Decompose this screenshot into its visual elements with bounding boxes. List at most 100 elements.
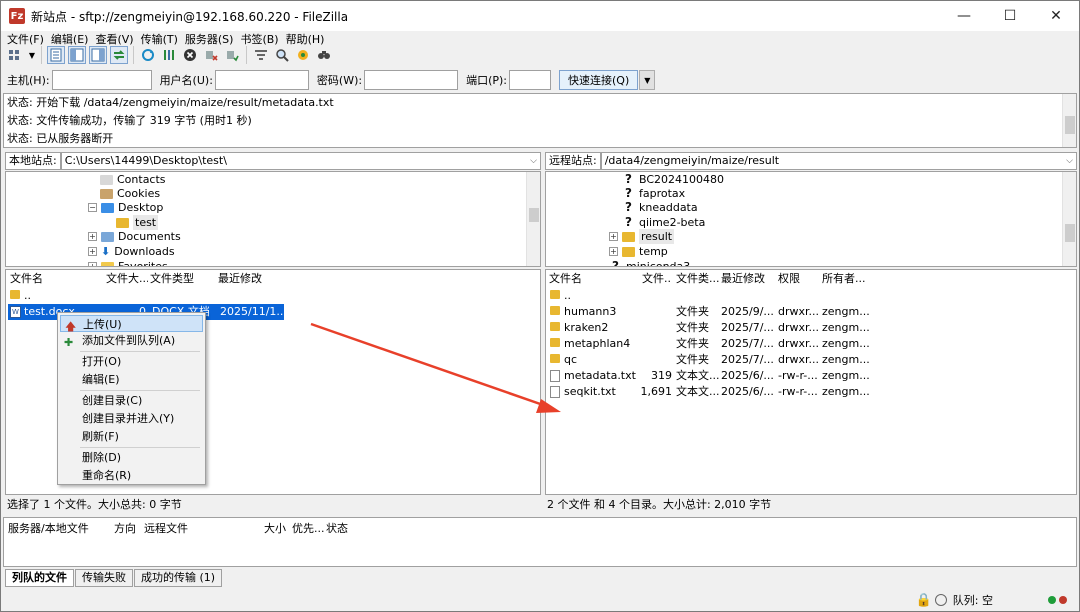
- file-row[interactable]: qc 文件夹 2025/7/... drwxr... zengm...: [548, 352, 878, 368]
- queue-header-local[interactable]: 服务器/本地文件: [8, 520, 89, 538]
- site-manager-icon[interactable]: [7, 46, 25, 64]
- local-site-bar: 本地站点: C:\Users\14499\Desktop\test\ ⌵: [5, 151, 541, 171]
- compare-directories-icon[interactable]: [273, 46, 291, 64]
- menu-item-rename[interactable]: 重命名(R): [60, 467, 203, 484]
- tree-item[interactable]: ? miniconda3: [609, 259, 690, 266]
- column-header-filename[interactable]: 文件名: [10, 270, 106, 288]
- add-queue-icon: ✚: [64, 336, 74, 349]
- menu-item-open[interactable]: 打开(O): [60, 353, 203, 370]
- text-file-icon: [550, 370, 560, 382]
- menu-item-create-dir[interactable]: 创建目录(C): [60, 392, 203, 409]
- minimize-button[interactable]: —: [941, 1, 987, 31]
- remote-tree-scrollbar[interactable]: [1062, 172, 1076, 266]
- directory-filter-icon[interactable]: [252, 46, 270, 64]
- tab-failed-transfers[interactable]: 传输失败: [75, 569, 133, 587]
- queue-header-size[interactable]: 大小: [264, 520, 286, 538]
- tree-item-selected[interactable]: + result: [609, 229, 675, 244]
- toggle-log-icon[interactable]: [47, 46, 65, 64]
- log-scrollbar[interactable]: [1062, 94, 1076, 147]
- folder-icon: [622, 231, 635, 242]
- queue-header-remote[interactable]: 远程文件: [144, 520, 188, 538]
- toggle-remote-tree-icon[interactable]: [89, 46, 107, 64]
- menu-item-upload[interactable]: 🡅 上传(U): [60, 315, 203, 333]
- filezilla-window: Fz 新站点 - sftp://zengmeiyin@192.168.60.22…: [0, 0, 1080, 612]
- column-header-filesize[interactable]: 文件...: [642, 270, 672, 288]
- tree-item[interactable]: + Documents: [88, 229, 181, 244]
- dropdown-arrow-icon[interactable]: ▼: [28, 46, 36, 64]
- expand-icon: +: [88, 247, 97, 256]
- process-queue-icon[interactable]: [160, 46, 178, 64]
- toggle-queue-icon[interactable]: [110, 46, 128, 64]
- documents-icon: [101, 231, 114, 242]
- log-line: 状态: 文件传输成功，传输了 319 字节 (用时1 秒): [7, 114, 252, 127]
- tree-item[interactable]: ? faprotax: [622, 186, 685, 201]
- collapse-icon: −: [88, 203, 97, 212]
- port-label: 端口(P):: [466, 74, 508, 87]
- port-input[interactable]: [509, 70, 552, 90]
- remote-site-bar: 远程站点: /data4/zengmeiyin/maize/result ⌵: [545, 151, 1077, 171]
- cancel-operation-icon[interactable]: [181, 46, 199, 64]
- disconnect-icon[interactable]: [202, 46, 220, 64]
- password-input[interactable]: [364, 70, 459, 90]
- column-header-filename[interactable]: 文件名: [549, 270, 639, 288]
- file-row[interactable]: ..: [548, 288, 878, 304]
- reconnect-icon[interactable]: [223, 46, 241, 64]
- sync-browsing-icon[interactable]: [294, 46, 312, 64]
- host-input[interactable]: [51, 70, 152, 90]
- file-row[interactable]: humann3 文件夹 2025/9/... drwxr... zengm...: [548, 304, 878, 320]
- close-button[interactable]: ✕: [1033, 1, 1079, 31]
- local-tree-scrollbar[interactable]: [526, 172, 540, 266]
- menu-item-add-to-queue[interactable]: ✚ 添加文件到队列(A): [60, 332, 203, 349]
- local-path-input[interactable]: C:\Users\14499\Desktop\test\ ⌵: [60, 152, 541, 170]
- file-row[interactable]: seqkit.txt 1,691 文本文... 2025/6/... -rw-r…: [548, 384, 878, 400]
- column-header-owner[interactable]: 所有者...: [822, 270, 878, 288]
- column-header-filetype[interactable]: 文件类型: [150, 270, 216, 288]
- tree-item[interactable]: Contacts: [100, 172, 166, 187]
- search-files-icon[interactable]: [315, 46, 333, 64]
- queue-header-direction[interactable]: 方向: [114, 520, 136, 538]
- folder-icon: [550, 322, 560, 331]
- speed-limit-icon[interactable]: [934, 594, 947, 606]
- queue-header-status[interactable]: 状态: [326, 520, 348, 538]
- quickconnect-button[interactable]: 快速连接(Q): [559, 70, 639, 90]
- tree-item[interactable]: ? qiime2-beta: [622, 215, 705, 230]
- desktop-folder-icon: [101, 202, 114, 213]
- lock-icon: 🔒: [915, 592, 932, 608]
- remote-site-label: 远程站点:: [545, 152, 601, 170]
- column-header-permissions[interactable]: 权限: [778, 270, 820, 288]
- tree-item-selected[interactable]: test: [116, 215, 159, 230]
- file-row[interactable]: ..: [8, 288, 284, 304]
- tree-item[interactable]: + temp: [609, 244, 668, 259]
- column-header-filesize[interactable]: 文件大...: [106, 270, 148, 288]
- maximize-button[interactable]: ☐: [987, 1, 1033, 31]
- quickconnect-dropdown-icon[interactable]: ▼: [639, 70, 656, 90]
- file-row[interactable]: metaphlan4 文件夹 2025/7/... drwxr... zengm…: [548, 336, 878, 352]
- unknown-folder-icon: ?: [625, 172, 632, 186]
- tab-queued-files[interactable]: 列队的文件: [5, 569, 74, 587]
- unknown-folder-icon: ?: [625, 200, 632, 214]
- column-header-modified[interactable]: 最近修改: [721, 270, 775, 288]
- tree-item[interactable]: ? kneaddata: [622, 200, 698, 215]
- tab-successful-transfers[interactable]: 成功的传输 (1): [134, 569, 223, 587]
- tree-item[interactable]: − Desktop: [88, 200, 163, 215]
- menu-item-refresh[interactable]: 刷新(F): [60, 428, 203, 445]
- tree-item[interactable]: + ⬇ Downloads: [88, 244, 175, 259]
- file-row[interactable]: kraken2 文件夹 2025/7/... drwxr... zengm...: [548, 320, 878, 336]
- text-file-icon: [550, 386, 560, 398]
- refresh-icon[interactable]: [139, 46, 157, 64]
- file-row[interactable]: metadata.txt 319 文本文... 2025/6/... -rw-r…: [548, 368, 878, 384]
- remote-path-input[interactable]: /data4/zengmeiyin/maize/result ⌵: [600, 152, 1077, 170]
- tree-item[interactable]: + Favorites: [88, 259, 168, 266]
- menu-item-edit[interactable]: 编辑(E): [60, 371, 203, 388]
- column-header-modified[interactable]: 最近修改: [218, 270, 284, 288]
- tree-item[interactable]: ? BC2024100480: [622, 172, 724, 187]
- menu-item-delete[interactable]: 删除(D): [60, 449, 203, 466]
- password-label: 密码(W):: [316, 74, 363, 87]
- username-input[interactable]: [214, 70, 309, 90]
- queue-header-priority[interactable]: 优先...: [292, 520, 325, 538]
- toggle-local-tree-icon[interactable]: [68, 46, 86, 64]
- expand-icon: +: [88, 232, 97, 241]
- tree-item[interactable]: Cookies: [100, 186, 160, 201]
- menu-item-create-dir-enter[interactable]: 创建目录并进入(Y): [60, 410, 203, 427]
- column-header-filetype[interactable]: 文件类...: [676, 270, 720, 288]
